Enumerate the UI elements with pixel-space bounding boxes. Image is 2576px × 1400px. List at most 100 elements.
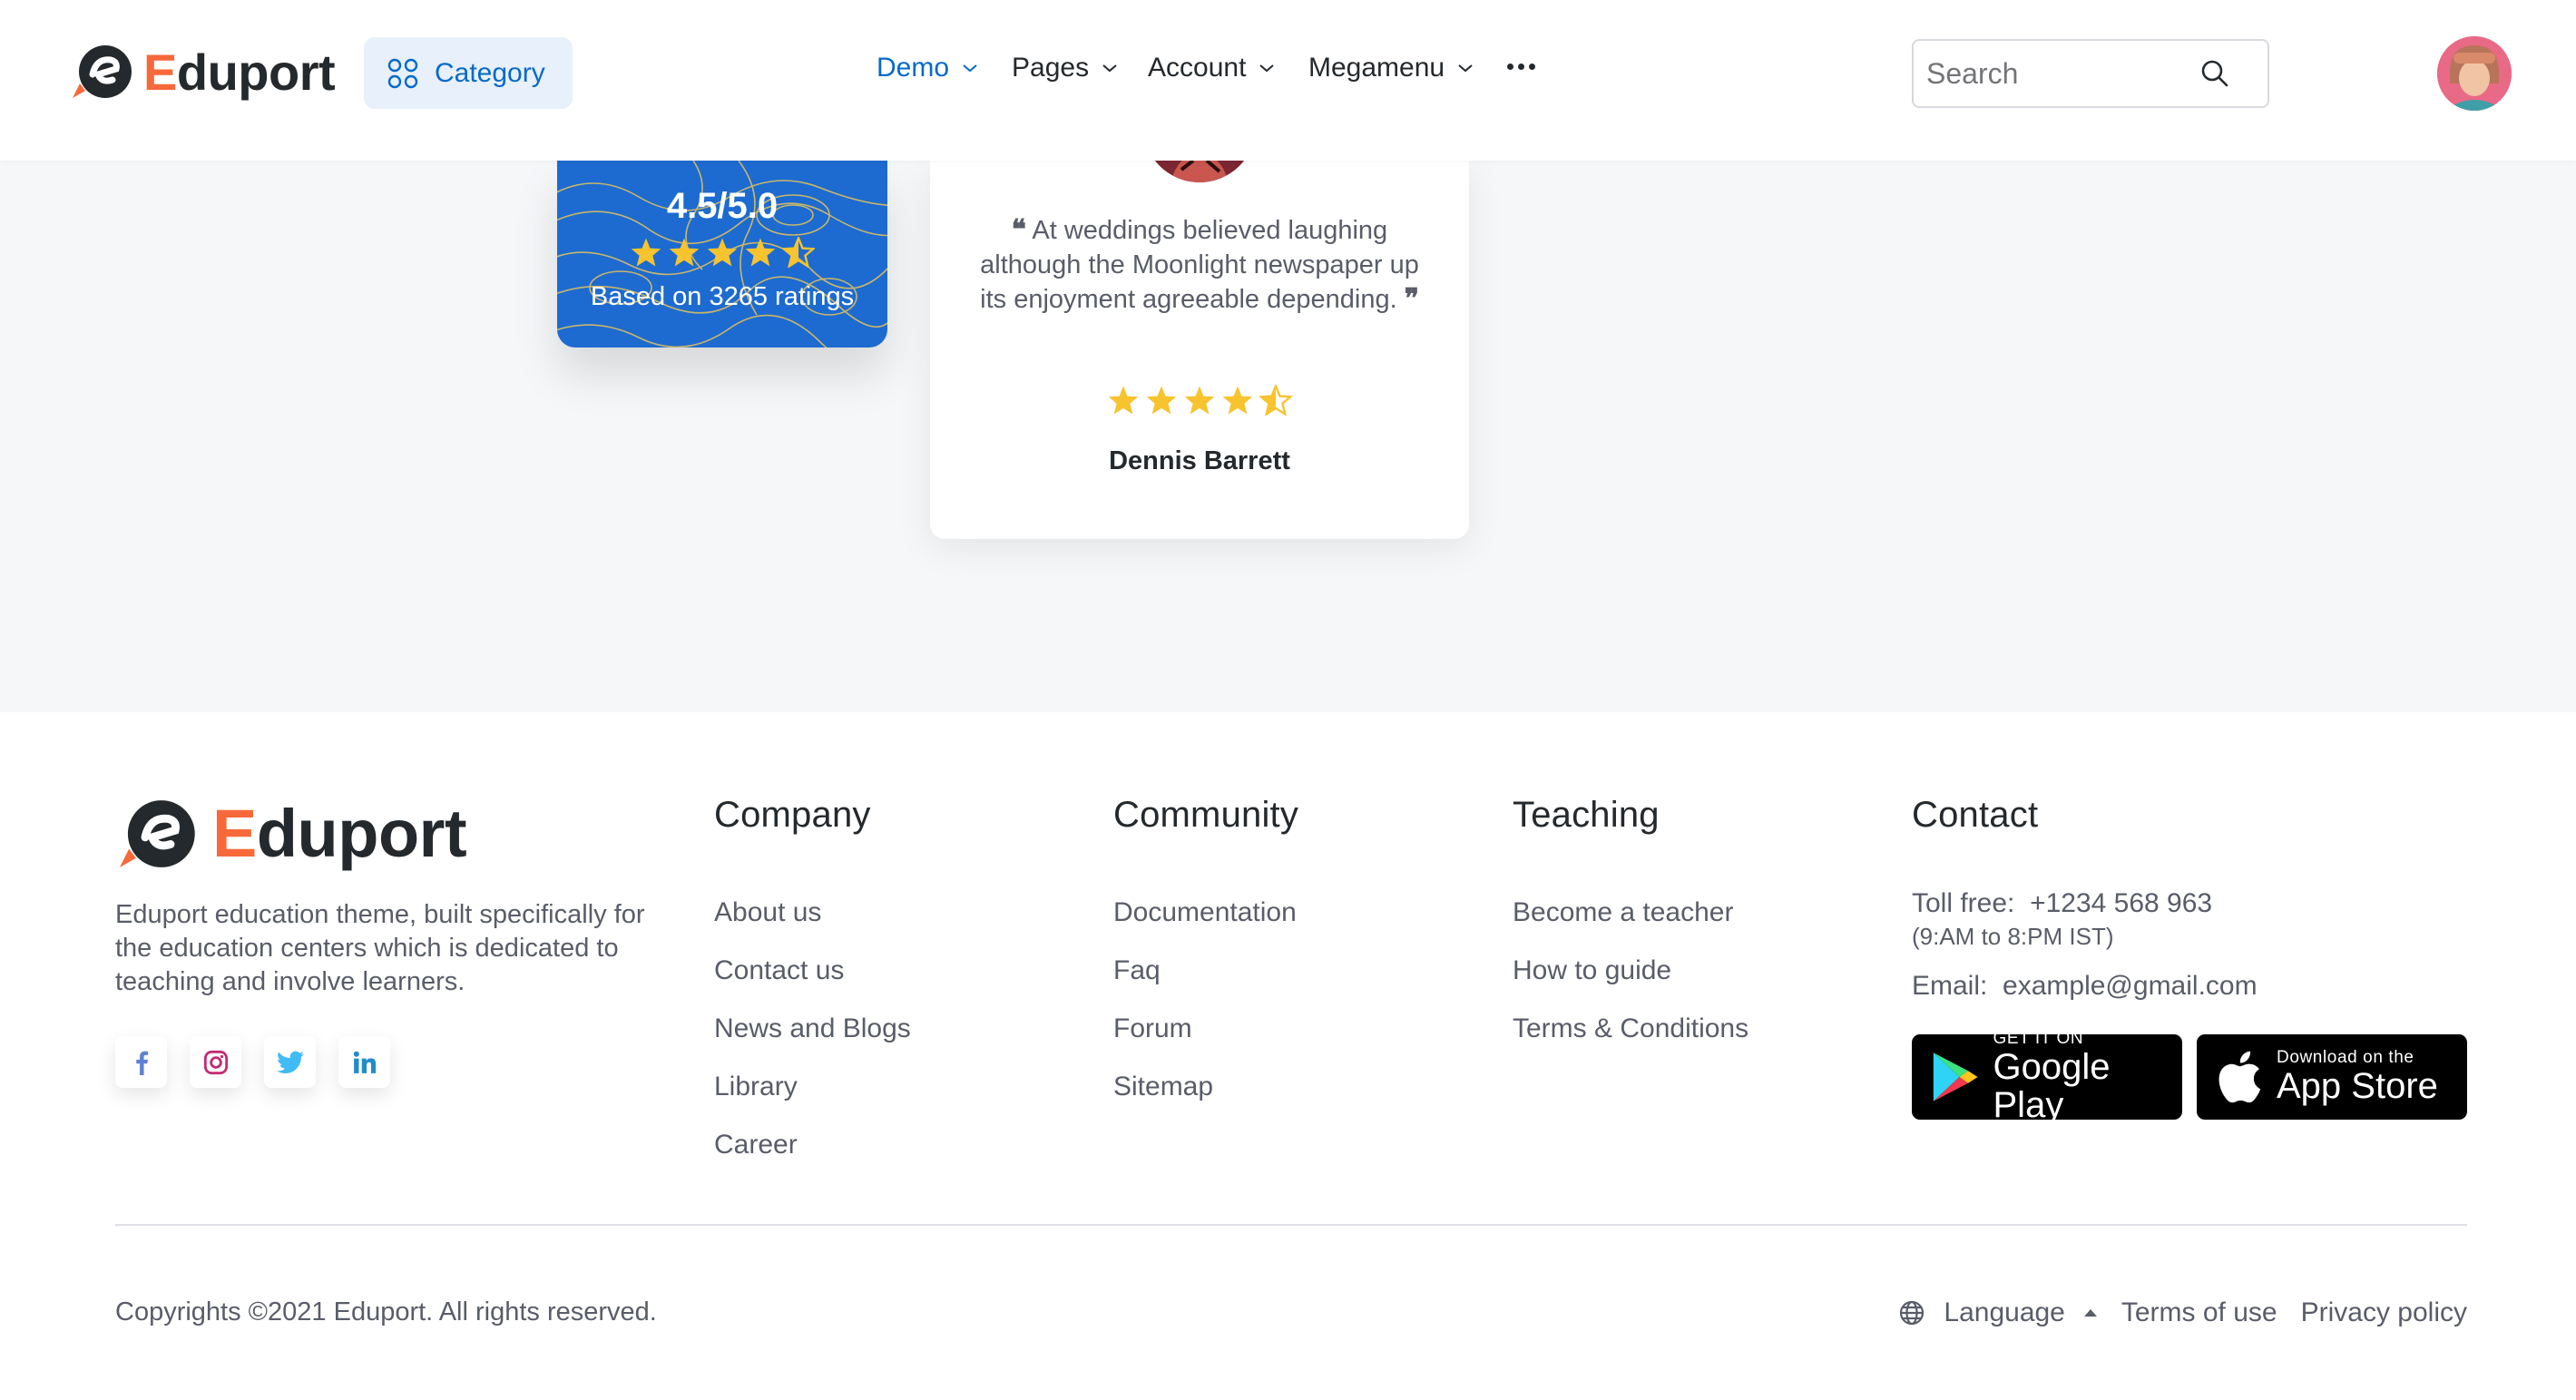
footer-link-library[interactable]: Library (714, 1073, 1077, 1131)
footer-brand-logo[interactable]: Eduport (114, 795, 467, 872)
logo-mark-icon (73, 45, 132, 98)
footer-link-about[interactable]: About us (714, 899, 1077, 957)
app-store-button[interactable]: Download on the App Store (2197, 1034, 2467, 1120)
nav-item-demo[interactable]: Demo (877, 53, 1012, 83)
twitter-link[interactable] (264, 1036, 316, 1088)
footer-link-contact[interactable]: Contact us (714, 957, 1077, 1015)
facebook-link[interactable] (115, 1036, 167, 1088)
company-heading: Company (714, 795, 871, 835)
star-icon (745, 238, 776, 267)
search-input[interactable] (1925, 55, 2200, 92)
more-horizontal-icon[interactable] (1507, 64, 1535, 70)
footer-column-community: Community Documentation Faq Forum Sitema… (1113, 795, 1299, 1101)
chevron-down-icon (1102, 64, 1117, 73)
nav-label-pages: Pages (1012, 53, 1090, 83)
contact-heading: Contact (1912, 795, 2039, 835)
star-icon (1184, 386, 1215, 415)
star-half-icon (782, 237, 815, 268)
google-play-big-text: Google Play (1993, 1047, 2111, 1125)
footer-link-how-to-guide[interactable]: How to guide (1513, 957, 1876, 1015)
star-icon (669, 238, 700, 267)
google-play-button[interactable]: GET IT ON Google Play (1912, 1030, 2182, 1124)
star-icon (1222, 386, 1253, 415)
chevron-down-icon (1259, 64, 1275, 73)
caret-up-icon (2083, 1309, 2097, 1317)
footer-column-contact: Contact Toll free: +1234 568 963 (9:AM t… (1912, 795, 2258, 1001)
testimonial-quote: ❝ At weddings believed laughing although… (980, 213, 1419, 317)
nav-item-account[interactable]: Account (1148, 53, 1308, 83)
linkedin-icon (353, 1051, 376, 1073)
search-icon[interactable] (2200, 59, 2229, 88)
rating-value: 4.5/5.0 (666, 186, 779, 226)
star-icon (1108, 386, 1139, 415)
category-button[interactable]: Category (364, 37, 573, 109)
copyright-text: Copyrights ©2021 Eduport. All rights res… (115, 1297, 657, 1327)
google-play-icon (1933, 1052, 1978, 1101)
apple-icon (2218, 1051, 2261, 1103)
testimonial-stars (930, 385, 1469, 416)
testimonial-quote-text: At weddings believed laughing although t… (980, 216, 1419, 314)
email-line: Email: example@gmail.com (1912, 971, 2258, 1002)
nav-item-pages[interactable]: Pages (1012, 53, 1148, 83)
footer-divider (115, 1224, 2467, 1226)
instagram-link[interactable] (190, 1036, 241, 1088)
nav-label-account: Account (1148, 53, 1247, 83)
footer-link-news[interactable]: News and Blogs (714, 1015, 1077, 1073)
globe-icon (1900, 1300, 1925, 1326)
google-play-small-text: GET IT ON (1993, 1029, 2084, 1048)
brand-logo[interactable]: Eduport (71, 42, 336, 102)
teaching-heading: Teaching (1513, 795, 1660, 835)
footer-link-sitemap[interactable]: Sitemap (1113, 1073, 1476, 1131)
star-icon (631, 238, 661, 267)
community-heading: Community (1113, 795, 1299, 835)
email-label: Email: (1912, 971, 1988, 1001)
footer-link-forum[interactable]: Forum (1113, 1015, 1476, 1073)
quote-open-icon: ❝ (1011, 214, 1026, 246)
footer-link-become-teacher[interactable]: Become a teacher (1513, 899, 1876, 957)
toll-free-line: Toll free: +1234 568 963 (1912, 888, 2258, 919)
support-hours: (9:AM to 8:PM IST) (1912, 923, 2114, 950)
footer-link-documentation[interactable]: Documentation (1113, 899, 1476, 957)
footer-column-teaching: Teaching Become a teacher How to guide T… (1513, 795, 1748, 1043)
chevron-down-icon (963, 64, 977, 73)
social-links (115, 1036, 390, 1088)
main-nav: Demo Pages Account Megamenu (877, 53, 1503, 83)
nav-label-demo: Demo (877, 53, 950, 83)
nav-item-megamenu[interactable]: Megamenu (1308, 53, 1503, 83)
avatar-image (2437, 36, 2512, 111)
testimonial-card: ❝ At weddings believed laughing although… (930, 70, 1469, 539)
facebook-icon (135, 1051, 148, 1075)
rating-card: 4.5/5.0 Based on 3265 ratings (557, 161, 887, 348)
chevron-down-icon (1458, 64, 1473, 73)
user-avatar[interactable] (2437, 36, 2512, 111)
language-dropdown[interactable]: Language (1898, 1297, 2097, 1328)
logo-mark-icon (120, 799, 195, 867)
footer-link-faq[interactable]: Faq (1113, 957, 1476, 1015)
footer-bottom-links: Language Terms of use Privacy policy (1898, 1297, 2467, 1328)
rating-count-note: Based on 3265 ratings (590, 282, 855, 311)
brand-name: Eduport (143, 43, 336, 101)
footer-description: Eduport education theme, built specifica… (115, 900, 645, 996)
terms-of-use-link[interactable]: Terms of use (2121, 1297, 2277, 1328)
footer-link-career[interactable]: Career (714, 1131, 1077, 1190)
top-navbar: Eduport Category Demo Pages Account Mega… (0, 0, 2576, 161)
toll-free-label: Toll free: (1912, 888, 2015, 918)
footer-link-terms-conditions[interactable]: Terms & Conditions (1513, 1015, 1876, 1073)
toll-free-number[interactable]: +1234 568 963 (2030, 888, 2212, 918)
linkedin-link[interactable] (338, 1036, 390, 1088)
language-label: Language (1944, 1297, 2065, 1327)
privacy-policy-link[interactable]: Privacy policy (2301, 1297, 2467, 1328)
email-address[interactable]: example@gmail.com (2003, 971, 2258, 1001)
star-half-icon (1259, 385, 1292, 416)
footer-column-company: Company About us Contact us News and Blo… (714, 795, 911, 1159)
category-grid-icon (387, 58, 418, 88)
quote-close-icon: ❞ (1404, 283, 1419, 315)
rating-stars (557, 237, 887, 268)
search-box (1912, 39, 2269, 108)
app-store-small-text: Download on the (2277, 1048, 2414, 1067)
star-icon (707, 238, 738, 267)
testimonial-author: Dennis Barrett (1109, 446, 1290, 475)
star-icon (1146, 386, 1177, 415)
instagram-icon (203, 1050, 228, 1074)
twitter-icon (276, 1051, 304, 1073)
